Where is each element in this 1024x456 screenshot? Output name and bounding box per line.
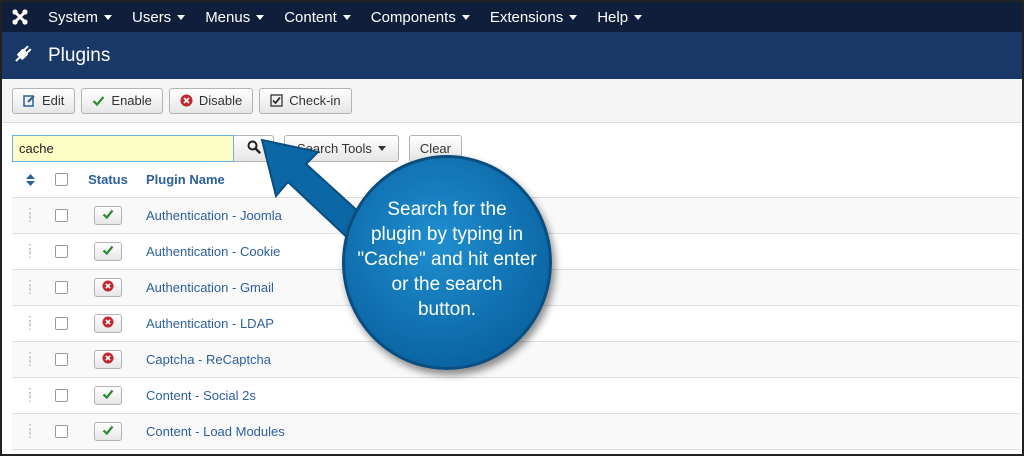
menu-components[interactable]: Components	[361, 2, 480, 32]
caret-down-icon	[342, 14, 351, 20]
check-icon	[92, 94, 105, 107]
annotation-line: or the search	[391, 274, 503, 295]
check-icon	[102, 208, 114, 223]
disable-icon	[102, 280, 114, 295]
enable-label: Enable	[111, 93, 152, 108]
menu-label: Content	[284, 8, 337, 26]
plugin-name-link[interactable]: Content - Load Modules	[142, 424, 285, 439]
screenshot-frame: System Users Menus Content Components Ex…	[0, 0, 1024, 456]
status-toggle-button[interactable]	[94, 206, 122, 225]
status-toggle-button[interactable]	[94, 350, 122, 369]
check-icon	[102, 244, 114, 259]
edit-button[interactable]: Edit	[12, 87, 76, 114]
caret-down-icon	[256, 14, 265, 20]
plugin-name-link[interactable]: Captcha - ReCaptcha	[142, 352, 271, 367]
menu-label: Components	[370, 8, 456, 26]
edit-icon	[23, 94, 36, 107]
menu-label: Help	[597, 8, 629, 26]
search-icon	[247, 140, 261, 157]
enable-button[interactable]: Enable	[81, 87, 163, 114]
table-row: ⋮ ⋮ Content - Social 2s	[12, 378, 1020, 414]
edit-label: Edit	[42, 93, 65, 108]
plugin-name-header[interactable]: Plugin Name	[142, 172, 225, 187]
menu-users[interactable]: Users	[122, 2, 195, 32]
checkin-button[interactable]: Check-in	[259, 87, 352, 114]
annotation-line: "Cache" and hit enter	[357, 249, 537, 270]
menu-label: Users	[132, 8, 172, 26]
clear-label: Clear	[419, 140, 451, 156]
drag-handle-icon[interactable]: ⋮ ⋮	[12, 387, 48, 403]
drag-handle-icon[interactable]: ⋮ ⋮	[12, 243, 48, 259]
page-title: Plugins	[48, 44, 111, 66]
page-header: Plugins	[2, 32, 1022, 79]
row-checkbox[interactable]	[54, 425, 68, 438]
drag-handle-icon[interactable]: ⋮ ⋮	[12, 279, 48, 295]
row-checkbox[interactable]	[54, 389, 68, 402]
status-toggle-button[interactable]	[94, 242, 122, 261]
menu-system[interactable]: System	[38, 2, 122, 32]
plugin-name-link[interactable]: Content - Social 2s	[142, 388, 256, 403]
menu-content[interactable]: Content	[274, 2, 361, 32]
check-icon	[102, 424, 114, 439]
caret-down-icon	[461, 14, 470, 20]
annotation-line: button.	[417, 299, 477, 320]
status-header[interactable]: Status	[74, 172, 142, 187]
menu-help[interactable]: Help	[587, 2, 652, 32]
menu-label: System	[48, 8, 99, 26]
row-checkbox[interactable]	[54, 281, 68, 294]
drag-handle-icon[interactable]: ⋮ ⋮	[12, 423, 48, 439]
top-menubar: System Users Menus Content Components Ex…	[2, 2, 1022, 32]
select-all-checkbox[interactable]	[54, 173, 68, 186]
joomla-logo-icon[interactable]	[2, 2, 38, 32]
menu-menus[interactable]: Menus	[195, 2, 274, 32]
disable-icon	[102, 316, 114, 331]
drag-handle-icon[interactable]: ⋮ ⋮	[12, 315, 48, 331]
caret-down-icon	[569, 14, 578, 20]
caret-down-icon	[634, 14, 643, 20]
plugin-name-link[interactable]: Authentication - Gmail	[142, 280, 274, 295]
search-bar: Search Tools Clear	[12, 134, 462, 162]
plug-icon	[12, 43, 34, 68]
disable-button[interactable]: Disable	[168, 87, 254, 114]
annotation-text: Search for the plugin by typing in "Cach…	[346, 197, 548, 322]
sort-order-icon[interactable]	[12, 173, 48, 186]
disable-icon	[180, 94, 193, 107]
check-icon	[102, 388, 114, 403]
row-checkbox[interactable]	[54, 317, 68, 330]
table-row: ⋮ ⋮ Captcha - ReCaptcha	[12, 342, 1020, 378]
caret-down-icon	[177, 14, 186, 20]
menu-extensions[interactable]: Extensions	[480, 2, 587, 32]
menu-label: Extensions	[489, 8, 564, 26]
plugin-name-link[interactable]: Authentication - LDAP	[142, 316, 274, 331]
table-row: ⋮ ⋮ Content - Load Modules	[12, 414, 1020, 450]
toolbar: Edit Enable Disable Check-in	[2, 79, 1022, 123]
drag-handle-icon[interactable]: ⋮ ⋮	[12, 351, 48, 367]
status-toggle-button[interactable]	[94, 386, 122, 405]
disable-icon	[102, 352, 114, 367]
status-toggle-button[interactable]	[94, 314, 122, 333]
search-input[interactable]	[12, 134, 234, 162]
row-checkbox[interactable]	[54, 209, 68, 222]
checkin-label: Check-in	[289, 93, 341, 108]
disable-label: Disable	[198, 93, 243, 108]
drag-handle-icon[interactable]: ⋮ ⋮	[12, 207, 48, 223]
status-toggle-button[interactable]	[94, 422, 122, 441]
row-checkbox[interactable]	[54, 353, 68, 366]
caret-down-icon	[104, 14, 113, 20]
annotation-line: Search for the	[387, 199, 507, 220]
menu-label: Menus	[205, 8, 251, 26]
status-toggle-button[interactable]	[94, 278, 122, 297]
checkbox-checked-icon	[270, 94, 283, 107]
row-checkbox[interactable]	[54, 245, 68, 258]
annotation-line: plugin by typing in	[370, 224, 524, 245]
